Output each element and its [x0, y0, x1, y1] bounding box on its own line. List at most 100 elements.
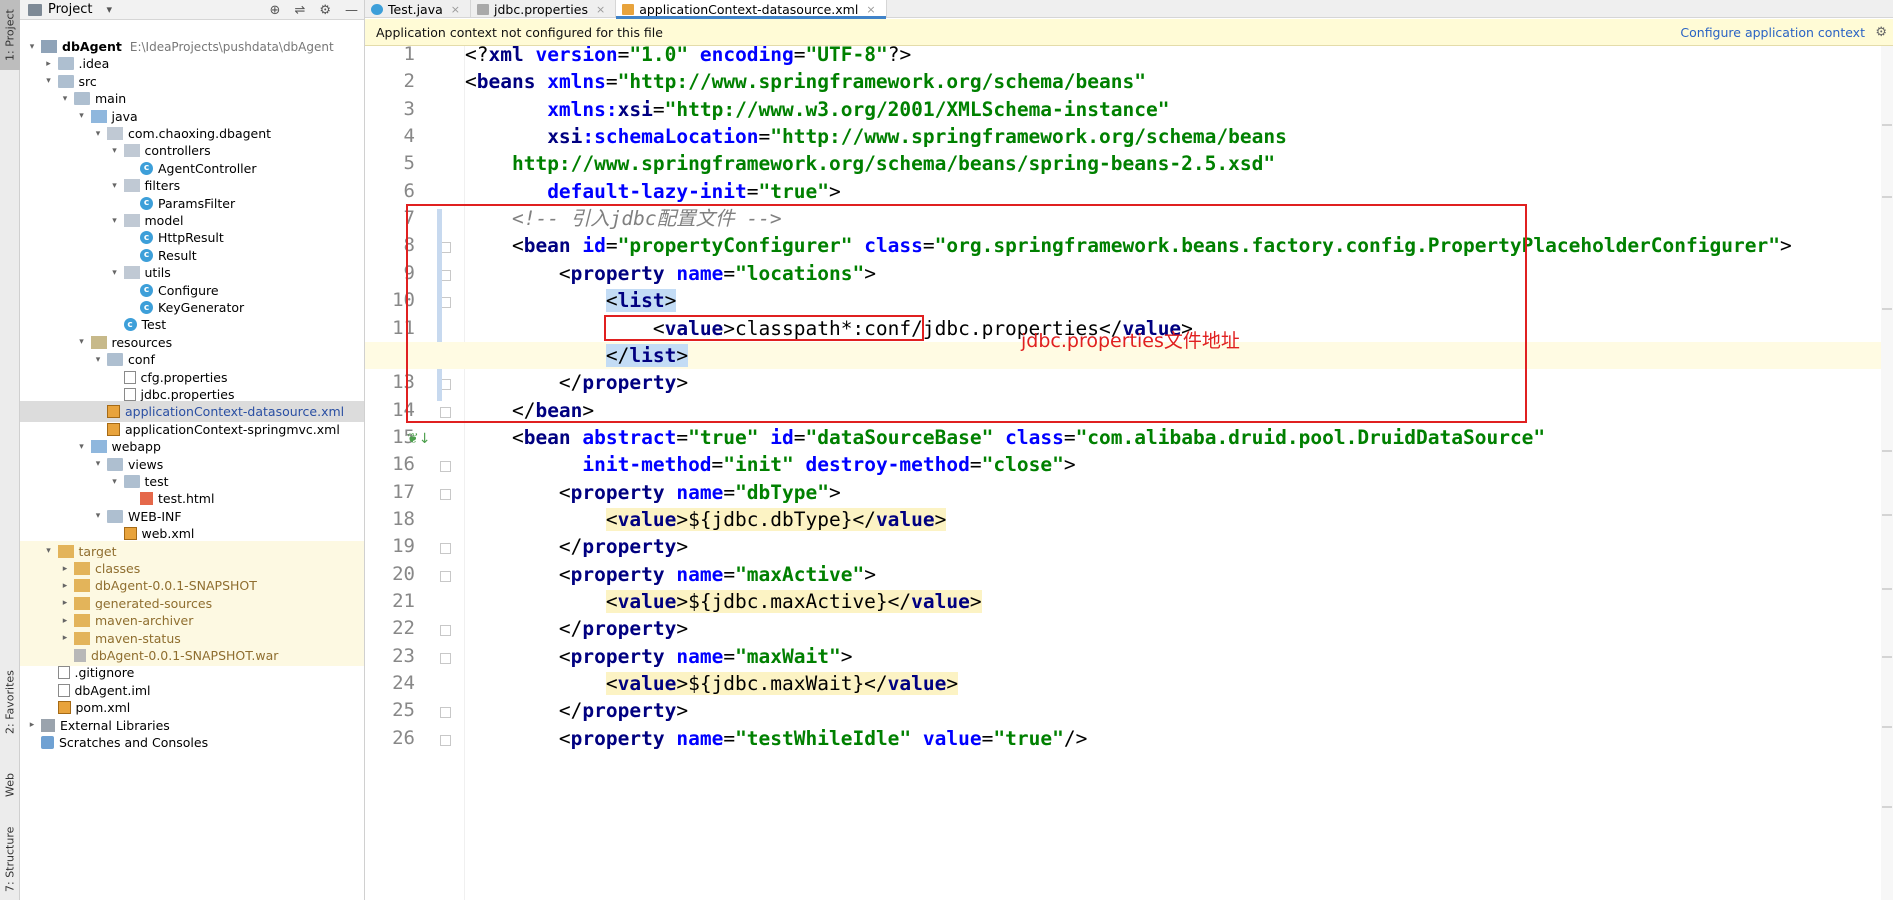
fold-marker-icon[interactable]	[440, 543, 451, 555]
expanded-arrow-icon[interactable]: ▾	[92, 459, 104, 469]
tab-close-icon[interactable]: ×	[451, 3, 460, 16]
code-line[interactable]: http://www.springframework.org/schema/be…	[465, 150, 1275, 177]
tree-item-label: generated-sources	[95, 595, 213, 611]
collapse-all-icon[interactable]: ⇌	[294, 3, 305, 18]
banner-message: Application context not configured for t…	[376, 24, 663, 40]
expanded-arrow-icon[interactable]: ▾	[109, 216, 121, 226]
spring-bean-icon[interactable]: ❦↓	[407, 431, 430, 447]
expanded-arrow-icon[interactable]: ▾	[26, 42, 38, 52]
settings-gear-icon[interactable]: ⚙	[319, 3, 331, 18]
fold-marker-icon[interactable]	[440, 570, 451, 582]
expanded-arrow-icon[interactable]: ▾	[76, 442, 88, 452]
code-line[interactable]: </property>	[465, 697, 688, 724]
folder-icon	[123, 475, 140, 488]
expanded-arrow-icon[interactable]: ▾	[109, 146, 121, 156]
code-line[interactable]: default-lazy-init="true">	[465, 178, 841, 205]
code-line[interactable]: <property name="dbType">	[465, 479, 841, 506]
hide-panel-icon[interactable]: —	[345, 3, 358, 18]
code-area[interactable]: <?xml version="1.0" encoding="UTF-8"?> <b…	[365, 46, 1893, 900]
collapsed-arrow-icon[interactable]: ▸	[26, 720, 38, 730]
line-number: 24	[392, 672, 415, 695]
class-icon: c	[140, 196, 153, 210]
line-number: 6	[403, 179, 415, 202]
expanded-arrow-icon[interactable]: ▾	[92, 355, 104, 365]
tree-item-label: Configure	[158, 282, 219, 298]
code-line[interactable]: <value>${jdbc.maxActive}</value>	[465, 588, 982, 615]
tree-item-label: test	[144, 474, 169, 489]
fold-marker-icon[interactable]	[440, 734, 451, 746]
folder-blue-icon	[90, 440, 107, 454]
code-line[interactable]: <?xml version="1.0" encoding="UTF-8"?>	[465, 46, 911, 68]
collapsed-arrow-icon[interactable]: ▸	[59, 598, 71, 608]
tree-item-label: webapp	[111, 439, 161, 455]
fold-marker-icon[interactable]	[440, 652, 451, 664]
tree-item-label: dbAgent-0.0.1-SNAPSHOT.war	[91, 648, 279, 663]
expanded-arrow-icon[interactable]: ▾	[76, 111, 88, 121]
editor-tab[interactable]: Test.java ×	[365, 0, 471, 18]
folder-pkg-icon	[107, 127, 123, 140]
code-line[interactable]: init-method="init" destroy-method="close…	[465, 451, 1075, 478]
project-view-dropdown-icon[interactable]: ▾	[106, 3, 112, 16]
editor-tab[interactable]: applicationContext-datasource.xml ×	[616, 0, 887, 19]
tab-close-icon[interactable]: ×	[866, 3, 875, 16]
tree-item-label: applicationContext-springmvc.xml	[125, 421, 340, 437]
expanded-arrow-icon[interactable]: ▾	[43, 76, 55, 86]
collapsed-arrow-icon[interactable]: ▸	[59, 616, 71, 626]
favorites-tool-tab[interactable]: 2: Favorites	[0, 662, 20, 742]
expanded-arrow-icon[interactable]: ▾	[109, 268, 121, 278]
tab-close-icon[interactable]: ×	[596, 3, 605, 16]
expanded-arrow-icon[interactable]: ▾	[109, 181, 121, 191]
classpath-highlight-box	[604, 315, 924, 341]
scroll-marker	[1882, 726, 1892, 728]
folder-pkg-icon	[123, 179, 140, 193]
code-editor[interactable]: 1234567891011121314151617181920212223242…	[365, 46, 1893, 900]
locate-file-icon[interactable]: ⊕	[270, 3, 281, 18]
fold-marker-icon[interactable]	[440, 707, 451, 719]
expanded-arrow-icon[interactable]: ▾	[92, 511, 104, 521]
code-line[interactable]: <beans xmlns="http://www.springframework…	[465, 68, 1146, 95]
scroll-marker	[1882, 514, 1892, 516]
code-line[interactable]: <property name="testWhileIdle" value="tr…	[465, 725, 1087, 752]
class-icon: c	[140, 283, 153, 297]
configure-context-link[interactable]: Configure application context	[1680, 25, 1865, 40]
folder-orange-icon	[74, 631, 90, 645]
expanded-arrow-icon[interactable]: ▾	[92, 129, 104, 139]
editor-tab[interactable]: jdbc.properties ×	[471, 0, 617, 18]
expanded-arrow-icon[interactable]: ▾	[43, 546, 55, 556]
collapsed-arrow-icon[interactable]: ▸	[43, 59, 55, 69]
tree-item-label: HttpResult	[158, 230, 224, 246]
folder-orange-icon	[74, 562, 90, 575]
expanded-arrow-icon[interactable]: ▾	[76, 337, 88, 347]
code-line[interactable]: <property name="maxWait">	[465, 643, 853, 670]
expanded-arrow-icon[interactable]: ▾	[109, 477, 121, 487]
project-panel-title[interactable]: Project	[48, 2, 92, 17]
fold-marker-icon[interactable]	[440, 625, 451, 637]
code-line[interactable]: <property name="maxActive">	[465, 561, 876, 588]
tree-item[interactable]: Scratches and Consoles	[20, 732, 364, 753]
fold-marker-icon[interactable]	[440, 488, 451, 500]
code-line[interactable]: <bean abstract="true" id="dataSourceBase…	[465, 424, 1545, 451]
tree-item-label: classes	[95, 561, 141, 576]
project-tool-tab[interactable]: 1: Project	[0, 0, 20, 70]
editor-scrollbar[interactable]	[1881, 46, 1893, 900]
code-line[interactable]: <value>${jdbc.maxWait}</value>	[465, 670, 959, 697]
tree-item-label: conf	[128, 352, 155, 368]
code-line[interactable]: xmlns:xsi="http://www.w3.org/2001/XMLSch…	[465, 96, 1169, 123]
collapsed-arrow-icon[interactable]: ▸	[59, 581, 71, 591]
fold-marker-icon[interactable]	[440, 461, 451, 473]
banner-gear-icon[interactable]: ⚙	[1875, 25, 1887, 40]
expanded-arrow-icon[interactable]: ▾	[59, 94, 71, 104]
code-line[interactable]: <value>${jdbc.dbType}</value>	[465, 506, 947, 533]
code-line[interactable]: </property>	[465, 615, 688, 642]
scroll-marker	[1882, 196, 1892, 198]
project-panel-header: Project ▾ ⊕ ⇌ ⚙ —	[20, 0, 364, 20]
collapsed-arrow-icon[interactable]: ▸	[59, 564, 71, 574]
collapsed-arrow-icon[interactable]: ▸	[59, 633, 71, 643]
web-tool-tab[interactable]: Web	[0, 760, 20, 810]
code-line[interactable]: </property>	[465, 533, 688, 560]
scroll-marker	[1882, 656, 1892, 658]
line-number: 18	[392, 507, 415, 530]
code-line[interactable]: xsi:schemaLocation="http://www.springfra…	[465, 123, 1287, 150]
structure-tool-tab[interactable]: 7: Structure	[0, 818, 20, 900]
tree-item-label: maven-archiver	[95, 613, 194, 629]
